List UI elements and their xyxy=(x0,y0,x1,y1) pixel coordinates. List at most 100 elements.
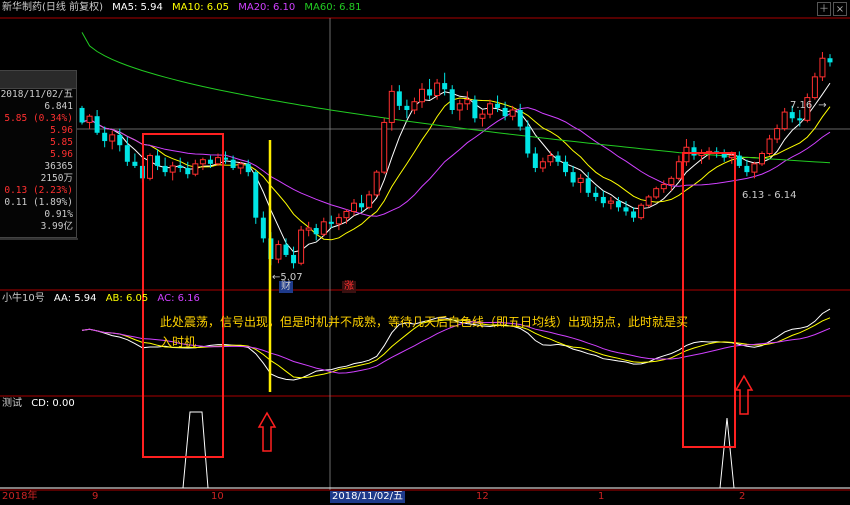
limit-up-tag[interactable]: 涨 xyxy=(342,281,356,293)
candle-body-up xyxy=(653,188,660,198)
candle-body-down xyxy=(117,134,123,146)
zoom-button[interactable]: ＋ xyxy=(817,2,831,16)
x-axis-label: 1 xyxy=(598,491,605,502)
stock-chart[interactable] xyxy=(0,0,850,505)
candle-body-down xyxy=(291,254,297,264)
main-chart-header: 新华制药(日线 前复权) MA5: 5.94 MA10: 6.05 MA20: … xyxy=(2,2,367,14)
candle-body-up xyxy=(811,76,818,99)
candle-body-up xyxy=(381,121,388,173)
candle-body-down xyxy=(207,159,213,164)
candle-body-down xyxy=(525,126,531,154)
candle-body-down xyxy=(427,89,433,96)
indicator1-name[interactable]: 小牛10号 xyxy=(2,293,45,304)
ma10-label: MA10: 6.05 xyxy=(172,2,230,13)
candle-body-down xyxy=(517,110,523,127)
candle-body-down xyxy=(442,83,448,90)
candle-body-down xyxy=(736,155,742,166)
candle-body-down xyxy=(155,155,161,166)
indicator1-header: 小牛10号 AA: 5.94 AB: 6.05 AC: 6.16 xyxy=(2,293,206,305)
candle-body-up xyxy=(388,90,395,123)
stock-title[interactable]: 新华制药(日线 前复权) xyxy=(2,2,103,13)
info-row: 5.85 (0.34%) xyxy=(4,113,73,124)
candle-body-up xyxy=(479,113,486,119)
info-row: 36365 xyxy=(44,161,73,172)
candle-body-up xyxy=(343,210,350,219)
candle-body-up xyxy=(781,111,788,130)
info-row: 0.11 (1.89%) xyxy=(4,197,73,208)
info-row: 0.91% xyxy=(44,209,73,220)
candle-body-up xyxy=(351,202,357,212)
info-row: 0.13 (2.23%) xyxy=(4,185,73,196)
candle-body-down xyxy=(177,165,183,168)
candle-body-down xyxy=(631,211,637,218)
x-axis-label: 9 xyxy=(92,491,99,502)
annotation-text: 此处震荡，信号出现，但是时机并不成熟，等待几天后白色线（即五日均线）出现拐点，此… xyxy=(160,315,689,349)
indicator2-header: 测试 CD: 0.00 xyxy=(2,398,81,410)
candle-body-up xyxy=(419,88,425,103)
candle-body-up xyxy=(320,221,327,235)
chart-background xyxy=(0,0,850,505)
candle-body-up xyxy=(645,196,652,206)
candle-body-up xyxy=(434,82,441,97)
candle-body-up xyxy=(539,161,546,169)
candle-body-down xyxy=(600,196,606,204)
candle-body-up xyxy=(86,115,93,123)
candle-body-down xyxy=(253,172,259,218)
candle-body-up xyxy=(759,152,765,165)
candle-body-up xyxy=(577,177,584,183)
ma20-label: MA20: 6.10 xyxy=(238,2,296,13)
candle-body-up xyxy=(728,155,735,159)
candle-body-up xyxy=(199,159,206,165)
candle-body-down xyxy=(744,165,750,173)
info-date: 2018/11/02/五 xyxy=(0,89,73,100)
candle-body-down xyxy=(615,201,621,208)
candle-body-up xyxy=(366,194,373,208)
candle-body-up xyxy=(675,161,682,179)
candle-body-down xyxy=(132,161,138,166)
candle-body-down xyxy=(691,147,697,156)
candle-body-down xyxy=(313,228,319,235)
candle-body-up xyxy=(668,177,675,186)
candle-body-down xyxy=(260,217,266,239)
candle-body-down xyxy=(245,163,251,173)
candle-body-down xyxy=(585,178,591,193)
candle-body-up xyxy=(335,217,342,225)
candle-body-up xyxy=(215,157,221,165)
candle-body-up xyxy=(411,101,418,111)
close-button[interactable]: × xyxy=(833,2,847,16)
indicator1-aa: AA: 5.94 xyxy=(53,293,97,304)
ma5-label: MA5: 5.94 xyxy=(112,2,163,13)
candle-body-down xyxy=(555,155,561,162)
candle-body-down xyxy=(102,132,108,142)
indicator1-ab: AB: 6.05 xyxy=(105,293,149,304)
candle-body-down xyxy=(185,167,191,175)
candle-body-up xyxy=(147,155,153,179)
candle-body-down xyxy=(789,112,795,119)
candle-body-down xyxy=(328,221,334,224)
candle-body-down xyxy=(449,89,455,110)
candle-body-up xyxy=(109,134,116,142)
candle-body-down xyxy=(404,105,410,110)
high-price-marker: 7.16 → xyxy=(790,100,827,111)
candle-body-down xyxy=(593,192,599,197)
candle-body-up xyxy=(192,163,199,175)
candle-body-down xyxy=(283,244,289,255)
candle-body-up xyxy=(607,200,614,204)
candle-body-down xyxy=(532,153,538,168)
candle-body-down xyxy=(359,203,365,208)
candle-body-down xyxy=(162,165,168,173)
x-axis-selected-date[interactable]: 2018/11/02/五 xyxy=(330,491,406,503)
candle-body-up xyxy=(819,57,826,78)
candle-body-up xyxy=(169,165,176,173)
indicator2-name[interactable]: 测试 xyxy=(2,398,22,409)
candle-body-down xyxy=(396,91,402,106)
finance-tag[interactable]: 财 xyxy=(279,281,293,293)
x-axis-label: 2018年 xyxy=(2,491,38,502)
candle-body-down xyxy=(495,103,501,108)
candle-body-up xyxy=(683,146,690,163)
candle-body-down xyxy=(827,58,833,63)
candle-body-up xyxy=(660,184,667,190)
info-panel-header xyxy=(0,71,76,89)
candle-body-up xyxy=(464,99,471,105)
candle-body-up xyxy=(275,244,282,260)
